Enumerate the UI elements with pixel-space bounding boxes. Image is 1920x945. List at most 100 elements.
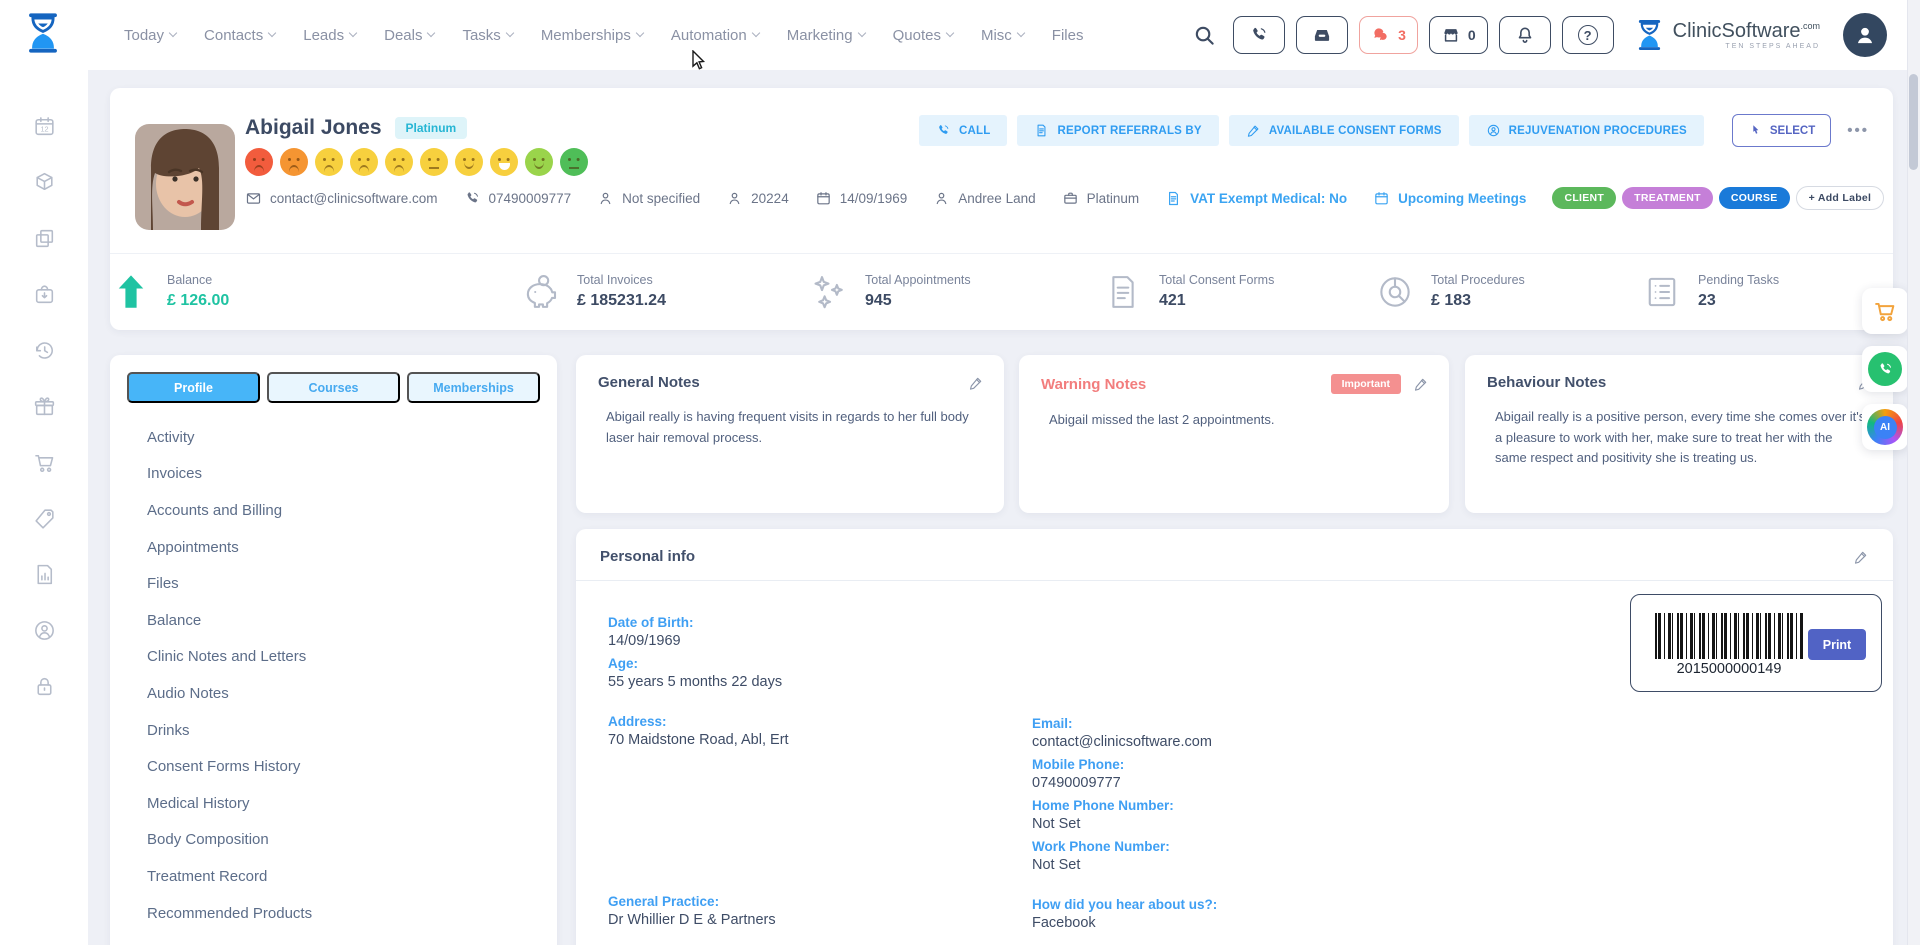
more-actions-button[interactable]: •••	[1841, 122, 1875, 139]
call-button[interactable]: CALL	[918, 115, 1008, 146]
page-scrollbar[interactable]	[1907, 0, 1920, 945]
sidebar-icon-support[interactable]	[32, 618, 57, 643]
profile-menu-item[interactable]: Balance	[110, 602, 557, 639]
edit-pencil-icon[interactable]	[968, 375, 984, 391]
profile-menu-item[interactable]: Accounts and Billing	[110, 492, 557, 529]
contact-summary-item[interactable]: 20224	[726, 190, 789, 207]
profile-menu-item[interactable]: Recommended Products	[110, 895, 557, 932]
profile-menu-item[interactable]: Drinks	[110, 712, 557, 749]
add-label-button[interactable]: + Add Label	[1795, 186, 1885, 210]
client-label-pill[interactable]: COURSE	[1718, 187, 1790, 209]
sidebar-icon-orders[interactable]	[32, 282, 57, 307]
profile-menu-item[interactable]: Consent Forms History	[110, 748, 557, 785]
brand-name: ClinicSoftware	[1672, 19, 1801, 42]
inbox-button[interactable]	[1296, 16, 1349, 54]
nav-menu-label: Marketing	[786, 26, 853, 44]
available-consent-forms-button[interactable]: AVAILABLE CONSENT FORMS	[1228, 115, 1459, 146]
mood-emoji-icon[interactable]	[350, 148, 378, 176]
profile-menu-item[interactable]: Body Composition	[110, 822, 557, 859]
select-button[interactable]: SELECT	[1731, 114, 1832, 147]
nav-menu-item[interactable]: Files	[1052, 27, 1084, 44]
clinicsoftware-brand[interactable]: ClinicSoftware.com TEN STEPS AHEAD	[1635, 17, 1820, 53]
store-button[interactable]: 0	[1428, 16, 1488, 54]
mood-emoji-icon[interactable]	[525, 148, 553, 176]
edit-pencil-icon[interactable]	[1853, 549, 1869, 565]
report-referrals-button[interactable]: REPORT REFERRALS BY	[1017, 115, 1219, 146]
contact-summary-item[interactable]: 07490009777	[464, 190, 571, 207]
sidebar-icon-gift-vouchers[interactable]	[32, 394, 57, 419]
chat-button[interactable]: 3	[1359, 16, 1418, 54]
contact-summary-item[interactable]: Not specified	[597, 190, 700, 207]
contact-summary-item[interactable]: Upcoming Meetings	[1373, 190, 1526, 207]
profile-menu-item[interactable]: Appointments	[110, 529, 557, 566]
important-badge: Important	[1330, 374, 1401, 394]
note-card: Behaviour Notes Abigail really is a posi…	[1465, 355, 1893, 513]
nav-menu-item[interactable]: Automation	[671, 27, 760, 44]
profile-menu-item[interactable]: Files	[110, 565, 557, 602]
nav-menu-item[interactable]: Tasks	[462, 27, 515, 44]
contact-summary-item[interactable]: VAT Exempt Medical: No	[1165, 190, 1347, 207]
profile-menu-item[interactable]: Treatment Record	[110, 858, 557, 895]
client-label-pill[interactable]: TREATMENT	[1622, 187, 1713, 209]
edit-pencil-icon[interactable]	[1413, 376, 1429, 392]
nav-menu-item[interactable]: Misc	[981, 27, 1026, 44]
nav-menu-item[interactable]: Deals	[384, 27, 436, 44]
contact-item-text: Upcoming Meetings	[1398, 190, 1527, 206]
client-label-pill[interactable]: CLIENT	[1552, 187, 1617, 209]
nav-menu-item[interactable]: Memberships	[541, 27, 645, 44]
sidebar-icon-reports[interactable]	[32, 562, 57, 587]
profile-menu-item[interactable]: Medical History	[110, 785, 557, 822]
dialer-button[interactable]	[1233, 16, 1286, 54]
profile-menu-item[interactable]: Activity	[110, 419, 557, 456]
sidebar-icon-discounts[interactable]	[32, 506, 57, 531]
sidebar-icon-security[interactable]	[32, 674, 57, 699]
profile-menu-item[interactable]: Invoices	[110, 456, 557, 493]
panel-tab[interactable]: Profile	[127, 372, 260, 403]
search-icon[interactable]	[1193, 24, 1216, 47]
chevron-down-icon	[751, 28, 760, 38]
mood-emoji-icon[interactable]	[560, 148, 588, 176]
mood-scale	[245, 148, 588, 176]
contact-summary-item[interactable]: contact@clinicsoftware.com	[245, 190, 438, 207]
mood-emoji-icon[interactable]	[245, 148, 273, 176]
clinicsoftware-logo-icon[interactable]	[24, 10, 62, 61]
nav-menu-item[interactable]: Leads	[303, 27, 358, 44]
sidebar-icon-calendar[interactable]	[32, 114, 57, 139]
notifications-button[interactable]	[1498, 16, 1551, 54]
mood-emoji-icon[interactable]	[455, 148, 483, 176]
floating-cart-button[interactable]	[1862, 288, 1908, 334]
user-avatar[interactable]	[1843, 13, 1887, 57]
client-photo[interactable]	[135, 124, 235, 230]
mood-emoji-icon[interactable]	[420, 148, 448, 176]
contact-summary-item[interactable]: Platinum	[1062, 190, 1139, 207]
mood-emoji-icon[interactable]	[280, 148, 308, 176]
nav-menu-item[interactable]: Today	[124, 27, 178, 44]
personal-field-label: How did you hear about us?:	[1032, 897, 1218, 912]
print-barcode-button[interactable]: Print	[1808, 629, 1866, 660]
sidebar-icon-history[interactable]	[32, 338, 57, 363]
action-button-icon	[1246, 123, 1261, 138]
sidebar-icon-products[interactable]	[32, 170, 57, 195]
nav-menu-label: Contacts	[204, 26, 264, 44]
contact-summary-item[interactable]: 14/09/1969	[815, 190, 907, 207]
profile-menu-item[interactable]: Audio Notes	[110, 675, 557, 712]
contact-item-text: 20224	[751, 190, 789, 206]
sidebar-icon-duplicates[interactable]	[32, 226, 57, 251]
sidebar-icon-shop[interactable]	[32, 450, 57, 475]
mood-emoji-icon[interactable]	[315, 148, 343, 176]
nav-menu-item[interactable]: Marketing	[786, 26, 866, 44]
mood-emoji-icon[interactable]	[385, 148, 413, 176]
help-button[interactable]: ?	[1561, 16, 1614, 54]
panel-tab[interactable]: Courses	[267, 372, 400, 403]
contact-summary-item[interactable]: Andree Land	[933, 190, 1036, 207]
panel-tab[interactable]: Memberships	[407, 372, 540, 403]
scrollbar-thumb[interactable]	[1909, 74, 1918, 170]
floating-call-button[interactable]	[1862, 346, 1908, 392]
profile-menu-item[interactable]: Clinic Notes and Letters	[110, 639, 557, 676]
nav-menu-item[interactable]: Quotes	[893, 27, 955, 44]
nav-menu-item[interactable]: Contacts	[204, 26, 277, 44]
floating-ai-button[interactable]: AI	[1862, 404, 1908, 450]
rejuvenation-procedures-button[interactable]: REJUVENATION PROCEDURES	[1468, 115, 1704, 146]
mood-emoji-icon[interactable]	[490, 148, 518, 176]
personal-field: Home Phone Number: Not Set	[1032, 796, 1452, 834]
